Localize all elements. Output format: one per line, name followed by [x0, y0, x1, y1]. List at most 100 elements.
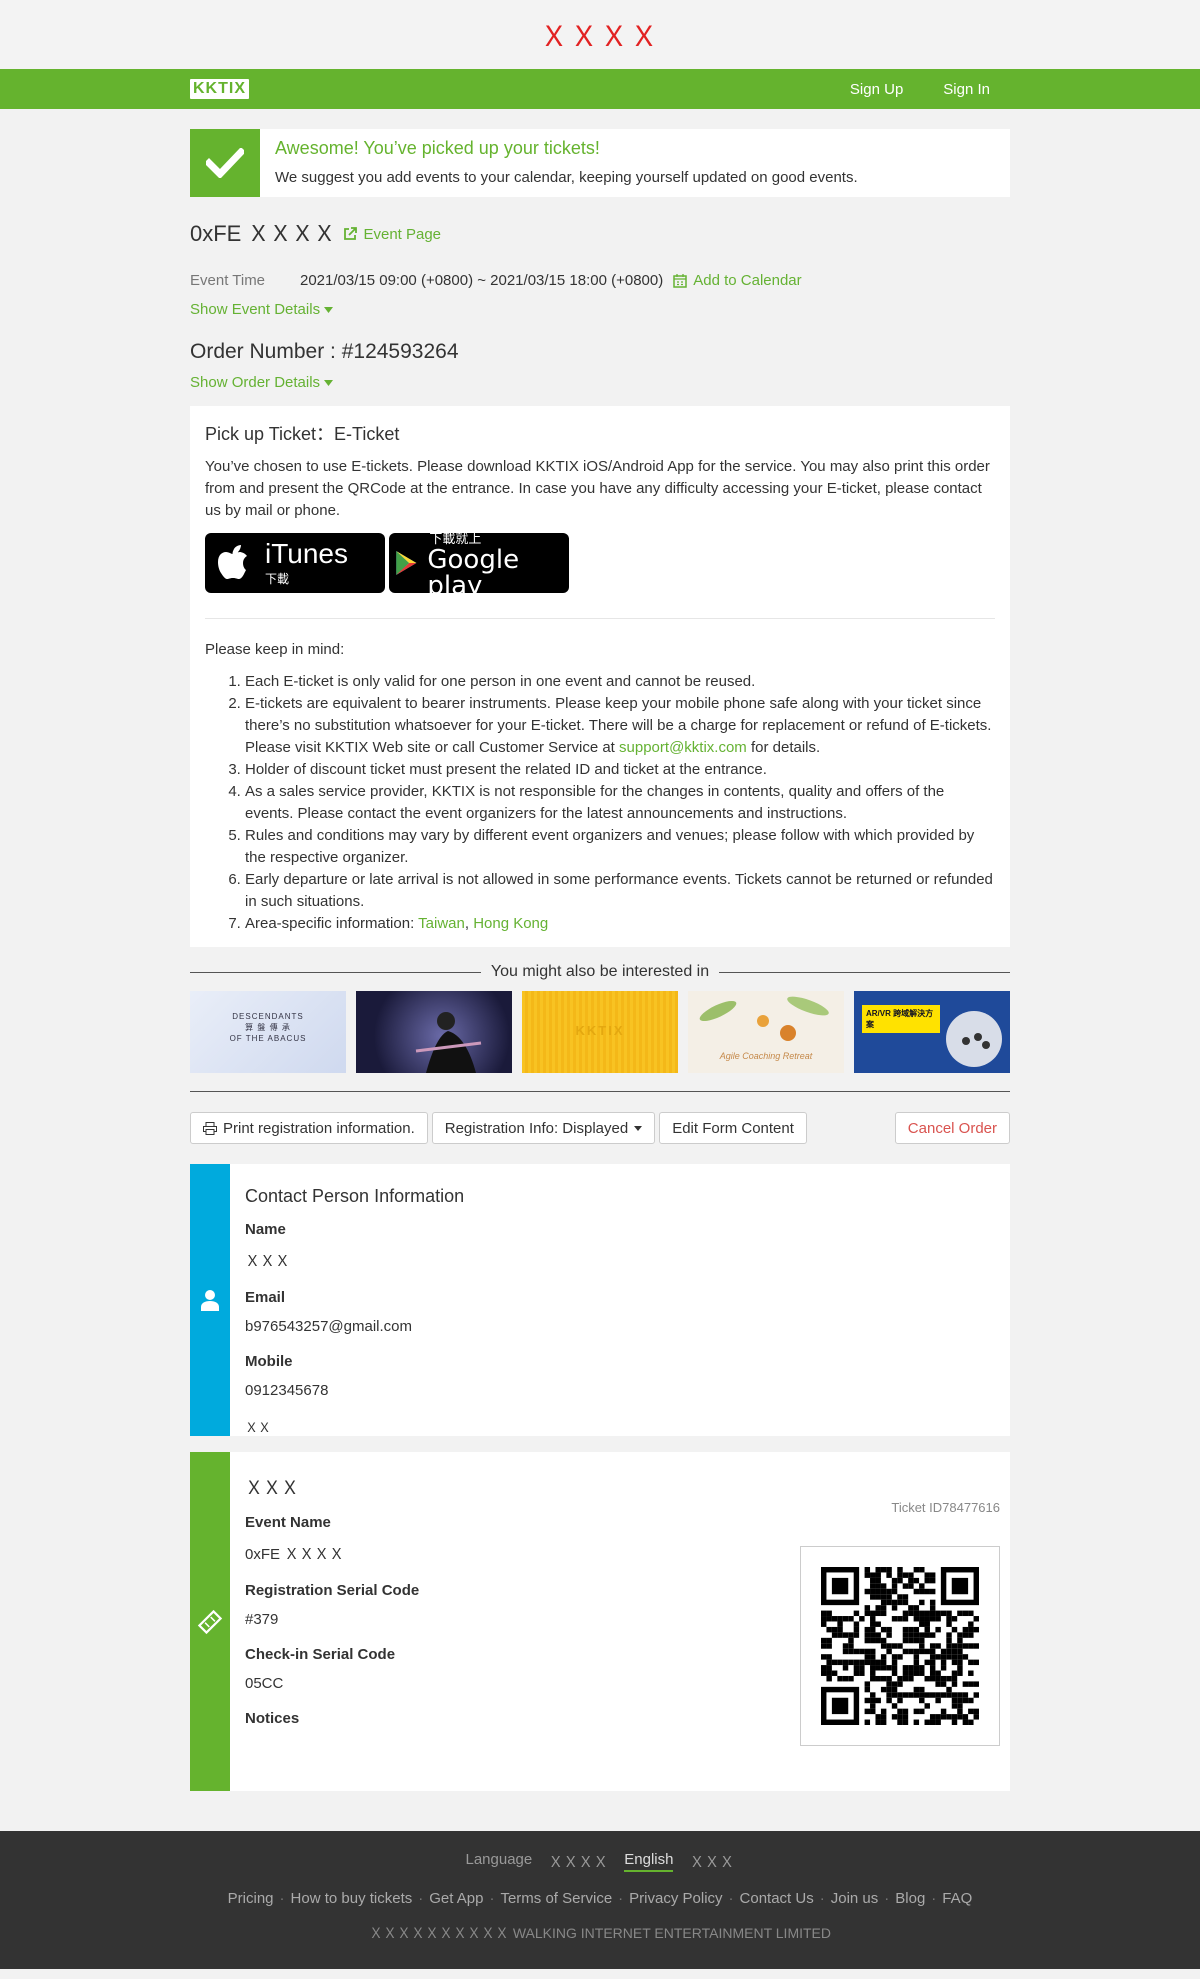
alert-title: Awesome! You’ve picked up your tickets!: [275, 138, 600, 158]
event-time-row: Event Time 2021/03/15 09:00 (+0800) ~ 20…: [190, 272, 1010, 289]
footer-link-join[interactable]: Join us: [825, 1890, 885, 1907]
email-value: b976543257@gmail.com: [245, 1318, 412, 1335]
rule-text: Early departure or late arrival is not a…: [245, 871, 993, 910]
show-order-details[interactable]: Show Order Details: [190, 374, 334, 391]
footer-link-terms[interactable]: Terms of Service: [494, 1890, 618, 1907]
show-order-details-label: Show Order Details: [190, 374, 321, 391]
ticket-title: ＸＸＸ: [245, 1478, 299, 1498]
itunes-badge[interactable]: iTunes 下載: [205, 533, 385, 593]
signin-link[interactable]: Sign In: [923, 81, 1010, 98]
logo-text: KKTIX: [193, 80, 246, 97]
footer-link-pricing[interactable]: Pricing: [222, 1890, 280, 1907]
thumb-caption: Agile Coaching Retreat: [719, 1051, 813, 1061]
google-play-download: 下載就上: [429, 530, 482, 546]
recommended-event-thumb[interactable]: DESCENDANTS 算 盤 傳 承 OF THE ABACUS: [190, 991, 346, 1073]
footer-link-contact[interactable]: Contact Us: [734, 1890, 820, 1907]
divider: [190, 1091, 1010, 1092]
external-link-icon: [344, 227, 358, 240]
interested-heading: You might also be interested in: [190, 963, 1010, 981]
mobile-value: 0912345678: [245, 1382, 329, 1399]
registration-info-label: Registration Info: Displayed: [444, 1119, 629, 1137]
pickup-title: Pick up Ticket：E-Ticket: [205, 424, 400, 444]
signup-link[interactable]: Sign Up: [830, 81, 923, 98]
google-play-icon: [396, 551, 417, 575]
event-time-label: Event Time: [190, 272, 266, 289]
itunes-download: 下載: [265, 571, 290, 586]
rule-item: E-tickets are equivalent to bearer instr…: [245, 693, 995, 759]
success-alert: Awesome! You’ve picked up your tickets! …: [190, 129, 1010, 197]
footer-link-get-app[interactable]: Get App: [423, 1890, 489, 1907]
rule-text: Rules and conditions may vary by differe…: [245, 827, 975, 866]
support-email-link[interactable]: support@kktix.com: [619, 739, 747, 756]
itunes-text: iTunes: [265, 537, 349, 569]
footer: Language ＸＸＸＸ English ＸＸＸ Pricing · How t…: [0, 1831, 1200, 1969]
contact-side: [190, 1164, 230, 1436]
navbar: KKTIX Sign Up Sign In: [0, 69, 1200, 109]
recommended-event-thumb[interactable]: [356, 991, 512, 1073]
edit-form-button[interactable]: Edit Form Content: [659, 1112, 807, 1144]
rule-item: Rules and conditions may vary by differe…: [245, 825, 995, 869]
kktix-logo[interactable]: KKTIX: [190, 79, 249, 99]
event-time-value: 2021/03/15 09:00 (+0800) ~ 2021/03/15 18…: [300, 272, 664, 289]
user-icon: [201, 1290, 219, 1311]
divider: [205, 618, 995, 619]
mobile-label: Mobile: [245, 1353, 293, 1370]
rule-item: Area-specific information: Taiwan, Hong …: [245, 913, 995, 935]
event-page-label: Event Page: [363, 225, 442, 243]
recommended-event-thumb[interactable]: Agile Coaching Retreat: [688, 991, 844, 1073]
thumb-caption: DESCENDANTS 算 盤 傳 承 OF THE ABACUS: [229, 1012, 307, 1043]
ticket-icon: [197, 1609, 223, 1634]
edit-form-label: Edit Form Content: [672, 1119, 794, 1137]
area-separator: ,: [464, 915, 474, 932]
lang-zh-link[interactable]: ＸＸＸＸ: [548, 1851, 608, 1872]
add-calendar-link[interactable]: Add to Calendar: [673, 272, 802, 289]
ticket-card: ＸＸＸ Ticket ID78477616 Event Name 0xFE ＸＸ…: [190, 1452, 1010, 1791]
thumb-caption: KKTIX: [575, 1023, 625, 1038]
checkmark-icon: [190, 129, 260, 197]
name-value: ＸＸＸ: [245, 1253, 291, 1270]
caret-down-icon: [324, 379, 334, 386]
seminar-image: [946, 1011, 1002, 1067]
contact-extra: ＸＸ: [245, 1420, 272, 1435]
contact-title: Contact Person Information: [245, 1186, 465, 1206]
name-label: Name: [245, 1221, 286, 1238]
event-name-label: Event Name: [245, 1514, 331, 1531]
cancel-order-label: Cancel Order: [907, 1119, 997, 1137]
hong-kong-link[interactable]: Hong Kong: [473, 915, 548, 932]
show-event-details-label: Show Event Details: [190, 301, 321, 318]
event-page-link[interactable]: Event Page: [343, 226, 441, 243]
google-play-text: Google play: [427, 544, 520, 601]
language-label: Language: [465, 1851, 533, 1868]
registration-info-dropdown[interactable]: Registration Info: Displayed: [431, 1112, 656, 1144]
footer-link-privacy[interactable]: Privacy Policy: [623, 1890, 728, 1907]
footer-link-blog[interactable]: Blog: [889, 1890, 931, 1907]
add-calendar-label: Add to Calendar: [693, 272, 802, 289]
top-banner: ＸＸＸＸ: [0, 0, 1200, 69]
google-play-badge[interactable]: 下載就上 Google play: [389, 531, 569, 599]
ticket-id: Ticket ID78477616: [891, 1500, 1000, 1515]
event-title-row: 0xFE ＸＸＸＸ Event Page: [190, 216, 1010, 248]
cancel-order-button[interactable]: Cancel Order: [894, 1112, 1010, 1144]
footer-link-faq[interactable]: FAQ: [936, 1890, 978, 1907]
rule-text: Holder of discount ticket must present t…: [245, 761, 767, 778]
lang-jp-link[interactable]: ＸＸＸ: [689, 1851, 734, 1872]
calendar-icon: [673, 273, 687, 288]
taiwan-link[interactable]: Taiwan: [418, 915, 465, 932]
qr-code: [800, 1546, 1000, 1746]
rules-list: Each E-ticket is only valid for one pers…: [205, 671, 995, 935]
recommended-event-thumb[interactable]: KKTIX: [522, 991, 678, 1073]
lang-en-link[interactable]: English: [624, 1851, 674, 1872]
recommended-event-thumb[interactable]: AR/VR 跨域解決方案: [854, 991, 1010, 1073]
caret-down-icon: [324, 306, 334, 313]
print-button[interactable]: Print registration information.: [190, 1112, 428, 1144]
rule-item: Each E-ticket is only valid for one pers…: [245, 671, 995, 693]
guitarist-image: [415, 1012, 482, 1073]
show-event-details[interactable]: Show Event Details: [190, 301, 334, 318]
rule-item: Early departure or late arrival is not a…: [245, 869, 995, 913]
email-label: Email: [245, 1289, 286, 1306]
pickup-panel: Pick up Ticket：E-Ticket You’ve chosen to…: [190, 406, 1010, 947]
print-icon: [203, 1121, 217, 1135]
footer-link-how-to-buy[interactable]: How to buy tickets: [285, 1890, 419, 1907]
rule-text-suffix: for details.: [746, 739, 821, 756]
top-banner-title: ＸＸＸＸ: [539, 20, 660, 52]
